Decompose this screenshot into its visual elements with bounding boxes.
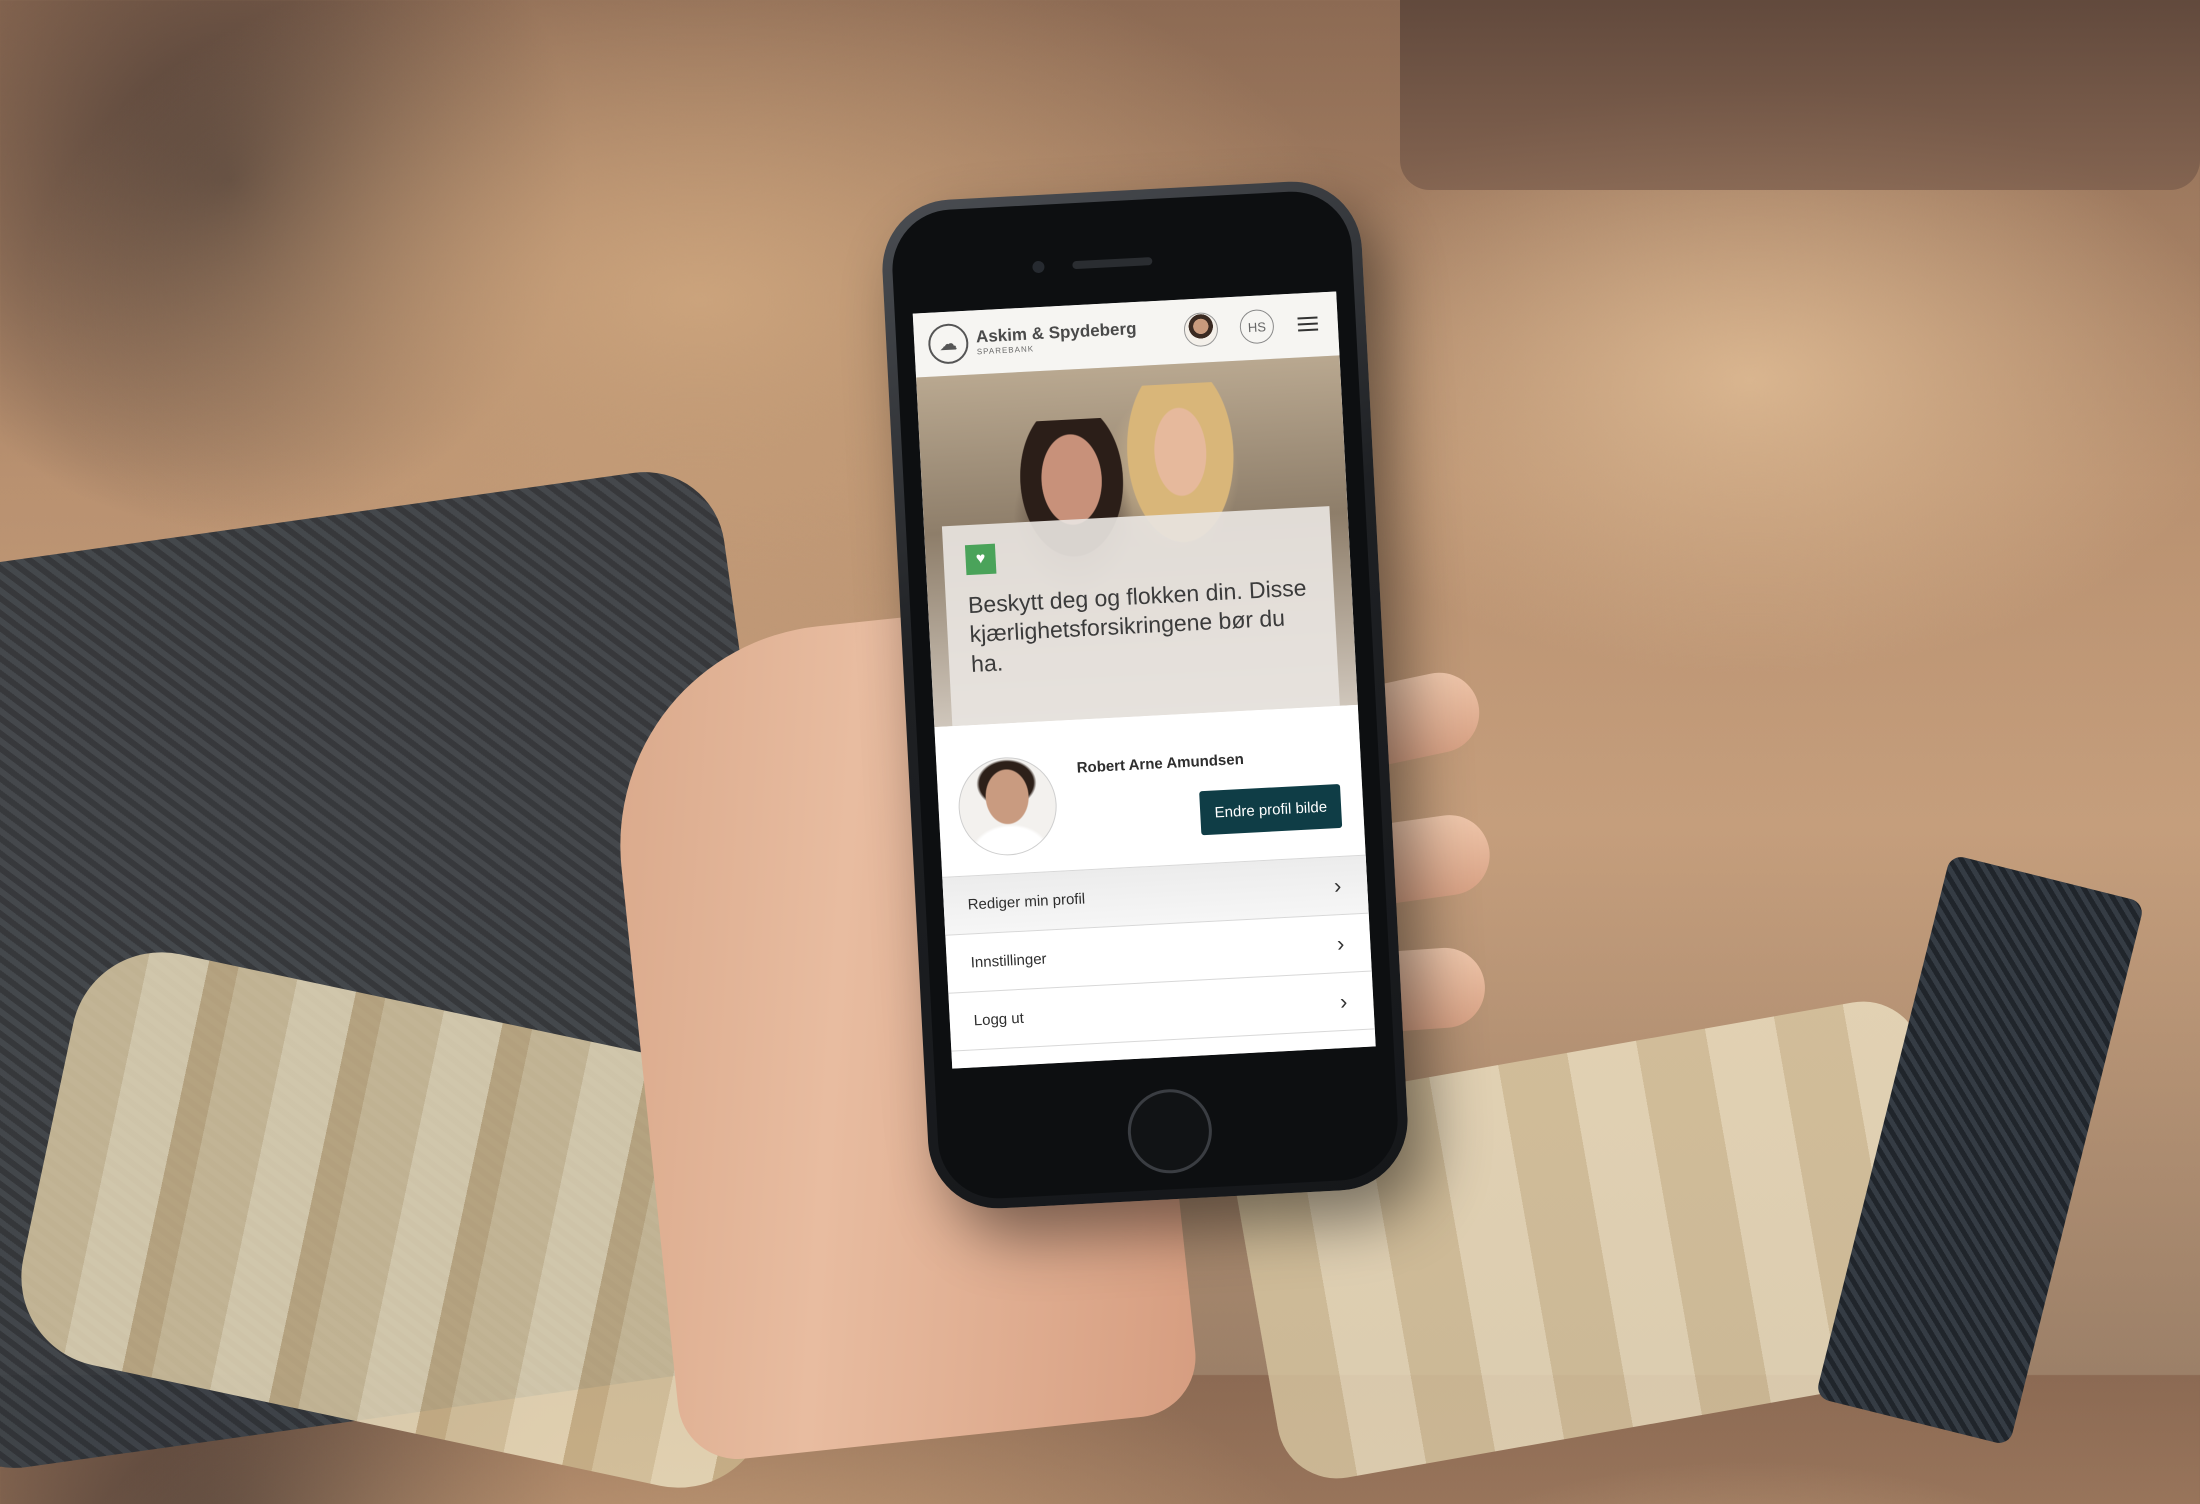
heart-icon: ♥ [964,543,997,576]
initials-badge[interactable]: HS [1239,308,1275,345]
background-furniture [1400,0,2200,190]
screen: ☁ Askim & Spydeberg SPAREBANK HS ♥ Besky… [912,291,1376,1069]
edit-profile-photo-button[interactable]: Endre profil bilde [1199,783,1343,836]
menu-item-label: Rediger min profil [967,890,1086,914]
hero-card[interactable]: ♥ Beskytt deg og flokken din. Disse kjær… [941,506,1340,727]
menu-item-label: Logg ut [973,1009,1025,1030]
profile-sheet: Robert Arne Amundsen Endre profil bilde … [934,704,1376,1069]
menu-item-label: Innstillinger [970,950,1048,972]
brand-logo[interactable]: Askim & Spydeberg SPAREBANK [976,319,1138,356]
chevron-right-icon: › [1333,873,1342,899]
profile-avatar [956,754,1060,858]
hamburger-icon[interactable] [1297,316,1319,332]
hero-headline: Beskytt deg og flokken din. Disse kjærli… [967,574,1308,677]
hero-banner[interactable]: ♥ Beskytt deg og flokken din. Disse kjær… [916,355,1358,728]
chevron-right-icon: › [1336,930,1345,957]
avatar[interactable] [1183,311,1219,348]
bank-logo-icon[interactable]: ☁ [927,322,970,365]
chevron-right-icon: › [1339,988,1348,1015]
profile-name: Robert Arne Amundsen [1076,750,1245,777]
profile-menu: Rediger min profil › Innstillinger › Log… [942,854,1376,1069]
phone: ☁ Askim & Spydeberg SPAREBANK HS ♥ Besky… [878,178,1412,1212]
